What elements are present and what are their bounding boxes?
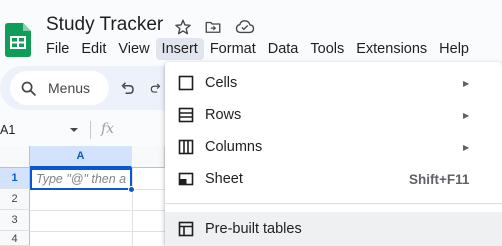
insert-menu-dropdown: Cells ▶ Rows ▶ Columns ▶ Sheet Shift+F11… (165, 62, 502, 246)
menu-view[interactable]: View (112, 38, 155, 60)
menu-item-label: Rows (205, 107, 242, 123)
sheets-logo-icon[interactable] (5, 23, 31, 57)
document-title[interactable]: Study Tracker (46, 14, 163, 36)
grid-line (132, 168, 133, 246)
cell-reference: A1 (0, 123, 16, 137)
rows-icon (178, 107, 194, 123)
cloud-status-icon[interactable] (235, 17, 255, 37)
submenu-arrow-icon: ▶ (463, 142, 470, 152)
menu-item-pre-built-tables[interactable]: Pre-built tables (165, 212, 502, 246)
menu-divider (165, 203, 502, 204)
menu-item-columns[interactable]: Columns ▶ (165, 131, 502, 163)
menu-item-sheet[interactable]: Sheet Shift+F11 (165, 163, 502, 195)
row-header-4[interactable]: 4 (0, 231, 30, 246)
redo-icon[interactable] (149, 78, 163, 98)
menu-format[interactable]: Format (204, 38, 262, 60)
search-icon (21, 81, 36, 96)
formula-bar-divider (90, 121, 91, 139)
undo-icon[interactable] (117, 78, 137, 98)
fx-icon: fx (101, 121, 115, 137)
menu-extensions[interactable]: Extensions (350, 38, 433, 60)
star-icon[interactable] (173, 17, 193, 37)
menu-insert[interactable]: Insert (155, 38, 204, 60)
chevron-down-icon (70, 128, 78, 132)
columns-icon (178, 139, 194, 155)
column-header-a[interactable]: A (30, 146, 132, 168)
menu-item-rows[interactable]: Rows ▶ (165, 99, 502, 131)
menu-bar: File Edit View Insert Format Data Tools … (40, 38, 475, 60)
menu-tools[interactable]: Tools (304, 38, 350, 60)
row-header-2[interactable]: 2 (0, 189, 30, 210)
menu-file[interactable]: File (40, 38, 75, 60)
active-cell-a1[interactable]: Type "@" then a file na (30, 168, 132, 190)
menu-item-label: Pre-built tables (205, 221, 302, 237)
column-header-b[interactable] (132, 146, 165, 168)
menu-item-cells[interactable]: Cells ▶ (165, 67, 502, 99)
row-header-3[interactable]: 3 (0, 210, 30, 231)
menu-item-label: Columns (205, 139, 263, 155)
keyboard-shortcut: Shift+F11 (409, 171, 470, 187)
select-all-corner[interactable] (0, 146, 30, 168)
sheet-icon (178, 172, 194, 186)
submenu-arrow-icon: ▶ (463, 78, 470, 88)
menu-item-label: Cells (205, 75, 238, 91)
search-menus-button[interactable]: Menus (10, 71, 109, 105)
fill-handle[interactable] (128, 186, 135, 193)
name-box[interactable]: A1 (0, 118, 90, 142)
move-to-folder-icon[interactable] (203, 17, 223, 37)
menu-item-label: Sheet (205, 171, 243, 187)
submenu-arrow-icon: ▶ (463, 110, 470, 120)
menu-help[interactable]: Help (433, 38, 475, 60)
search-menus-label: Menus (48, 80, 91, 96)
menu-data[interactable]: Data (262, 38, 305, 60)
table-icon (178, 221, 194, 237)
cells-icon (178, 75, 194, 91)
menu-edit[interactable]: Edit (75, 38, 112, 60)
row-header-1[interactable]: 1 (0, 168, 30, 189)
